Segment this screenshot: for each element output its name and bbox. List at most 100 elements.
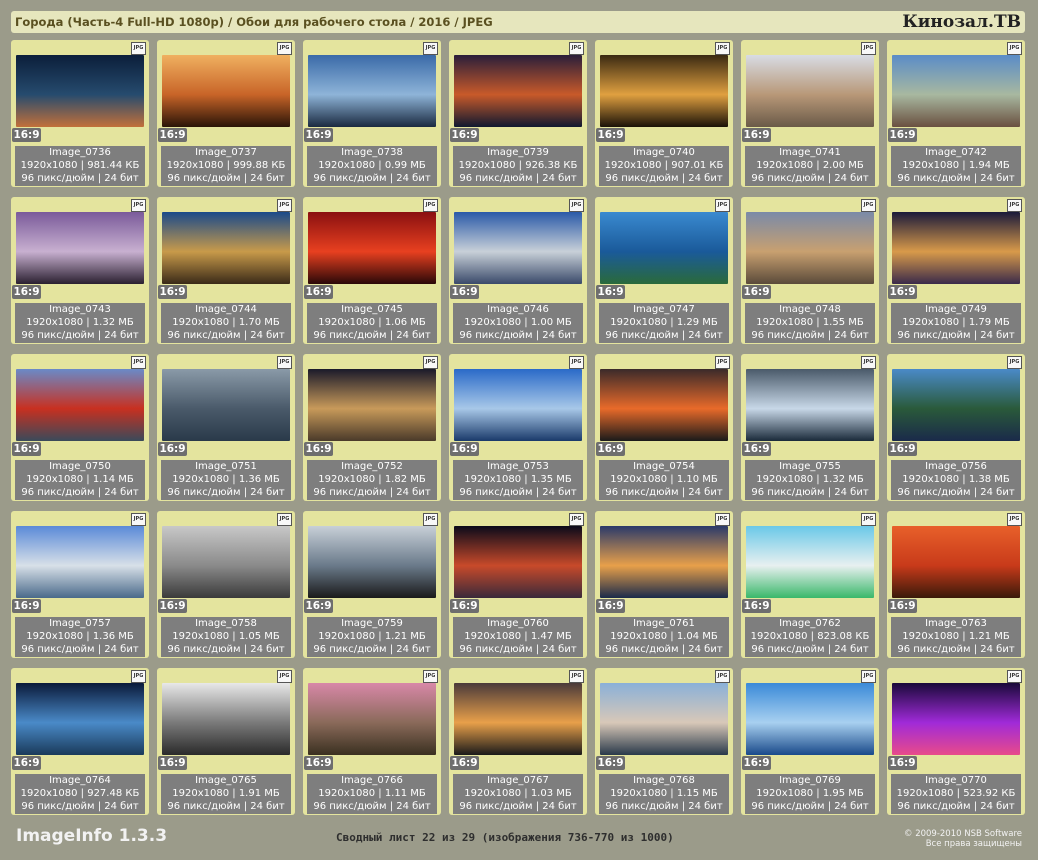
thumbnail-card[interactable]: JPG 16:9 Image_0748 1920x1080 | 1.55 МБ 96 п… <box>741 197 879 344</box>
thumbnail-card[interactable]: JPG 16:9 Image_0770 1920x1080 | 523.92 КБ 96… <box>887 668 1025 815</box>
thumbnail-image[interactable] <box>16 212 144 284</box>
thumbnail-card[interactable]: JPG 16:9 Image_0765 1920x1080 | 1.91 МБ 96 п… <box>157 668 295 815</box>
separator: | <box>667 631 677 642</box>
thumbnail-card[interactable]: JPG 16:9 Image_0743 1920x1080 | 1.32 МБ 96 п… <box>11 197 149 344</box>
image-resolution: 1920x1080 <box>318 474 376 485</box>
thumbnail-image[interactable] <box>16 369 144 441</box>
aspect-ratio-badge: 16:9 <box>888 442 917 456</box>
aspect-ratio-badge: 16:9 <box>742 756 771 770</box>
thumbnail-image[interactable] <box>16 55 144 127</box>
thumbnail-card[interactable]: JPG 16:9 Image_0745 1920x1080 | 1.06 МБ 96 п… <box>303 197 441 344</box>
aspect-ratio-badge: 16:9 <box>596 128 625 142</box>
thumbnail-card[interactable]: JPG 16:9 Image_0749 1920x1080 | 1.79 МБ 96 п… <box>887 197 1025 344</box>
thumbnail-card[interactable]: JPG 16:9 Image_0756 1920x1080 | 1.38 МБ 96 п… <box>887 354 1025 501</box>
thumbnail-image[interactable] <box>16 526 144 598</box>
thumbnail-card[interactable]: JPG 16:9 Image_0755 1920x1080 | 1.32 МБ 96 п… <box>741 354 879 501</box>
thumbnail-card[interactable]: JPG 16:9 Image_0738 1920x1080 | 0.99 МБ 96 п… <box>303 40 441 187</box>
thumbnail-card[interactable]: JPG 16:9 Image_0751 1920x1080 | 1.36 МБ 96 п… <box>157 354 295 501</box>
jpg-badge-icon: JPG <box>569 670 584 683</box>
thumbnail-card[interactable]: JPG 16:9 Image_0767 1920x1080 | 1.03 МБ 96 п… <box>449 668 587 815</box>
thumbnail-image[interactable] <box>162 55 290 127</box>
image-resolution: 1920x1080 <box>464 788 522 799</box>
thumbnail-image[interactable] <box>162 369 290 441</box>
thumbnail-image[interactable] <box>308 55 436 127</box>
thumbnail-image[interactable] <box>308 683 436 755</box>
thumbnail-card[interactable]: JPG 16:9 Image_0764 1920x1080 | 927.48 КБ 96… <box>11 668 149 815</box>
thumbnail-card[interactable]: JPG 16:9 Image_0752 1920x1080 | 1.82 МБ 96 п… <box>303 354 441 501</box>
thumbnail-image[interactable] <box>308 212 436 284</box>
aspect-ratio-badge: 16:9 <box>888 285 917 299</box>
thumbnail-image[interactable] <box>746 369 874 441</box>
image-dimensions: 1920x1080 | 1.21 МБ <box>891 630 1021 643</box>
thumbnail-card[interactable]: JPG 16:9 Image_0753 1920x1080 | 1.35 МБ 96 п… <box>449 354 587 501</box>
thumbnail-card[interactable]: JPG 16:9 Image_0769 1920x1080 | 1.95 МБ 96 п… <box>741 668 879 815</box>
thumbnail-image[interactable] <box>600 526 728 598</box>
thumbnail-image[interactable] <box>600 55 728 127</box>
image-dimensions: 1920x1080 | 1.06 МБ <box>307 316 437 329</box>
image-size: 1.32 МБ <box>92 317 134 328</box>
thumbnail-image[interactable] <box>454 55 582 127</box>
thumbnail-image[interactable] <box>162 212 290 284</box>
thumbnail-card[interactable]: JPG 16:9 Image_0768 1920x1080 | 1.15 МБ 96 п… <box>595 668 733 815</box>
thumbnail-image[interactable] <box>892 526 1020 598</box>
image-dpi: 96 пикс/дюйм | 24 бит <box>167 801 285 812</box>
thumbnail-image[interactable] <box>746 55 874 127</box>
image-info: Image_0759 1920x1080 | 1.21 МБ 96 пикс/дюй… <box>307 617 437 657</box>
image-dpi: 96 пикс/дюйм | 24 бит <box>313 330 431 341</box>
aspect-ratio-badge: 16:9 <box>596 285 625 299</box>
thumbnail-card[interactable]: JPG 16:9 Image_0747 1920x1080 | 1.29 МБ 96 п… <box>595 197 733 344</box>
thumbnail-card[interactable]: JPG 16:9 Image_0746 1920x1080 | 1.00 МБ 96 п… <box>449 197 587 344</box>
image-dpi: 96 пикс/дюйм | 24 бит <box>605 173 723 184</box>
thumbnail-card[interactable]: JPG 16:9 Image_0766 1920x1080 | 1.11 МБ 96 п… <box>303 668 441 815</box>
thumbnail-card[interactable]: JPG 16:9 Image_0736 1920x1080 | 981.44 КБ 96… <box>11 40 149 187</box>
aspect-ratio-badge: 16:9 <box>158 599 187 613</box>
thumbnail-card[interactable]: JPG 16:9 Image_0741 1920x1080 | 2.00 МБ 96 п… <box>741 40 879 187</box>
image-resolution: 1920x1080 <box>318 788 376 799</box>
thumbnail-image[interactable] <box>600 212 728 284</box>
image-size: 1.94 МБ <box>968 160 1010 171</box>
thumbnail-image[interactable] <box>454 526 582 598</box>
thumbnail-card[interactable]: JPG 16:9 Image_0757 1920x1080 | 1.36 МБ 96 п… <box>11 511 149 658</box>
thumbnail-image[interactable] <box>162 683 290 755</box>
thumbnail-image[interactable] <box>308 369 436 441</box>
thumbnail-image[interactable] <box>308 526 436 598</box>
thumbnail-image[interactable] <box>16 683 144 755</box>
thumbnail-image[interactable] <box>892 369 1020 441</box>
image-name: Image_0743 <box>49 304 111 315</box>
image-name: Image_0764 <box>49 775 111 786</box>
thumbnail-image[interactable] <box>892 55 1020 127</box>
thumbnail-card[interactable]: JPG 16:9 Image_0761 1920x1080 | 1.04 МБ 96 п… <box>595 511 733 658</box>
thumbnail-card[interactable]: JPG 16:9 Image_0739 1920x1080 | 926.38 КБ 96… <box>449 40 587 187</box>
thumbnail-image[interactable] <box>746 212 874 284</box>
thumbnail-card[interactable]: JPG 16:9 Image_0758 1920x1080 | 1.05 МБ 96 п… <box>157 511 295 658</box>
jpg-badge-icon: JPG <box>423 42 438 55</box>
thumbnail-image[interactable] <box>746 526 874 598</box>
thumbnail-card[interactable]: JPG 16:9 Image_0759 1920x1080 | 1.21 МБ 96 п… <box>303 511 441 658</box>
thumbnail-card[interactable]: JPG 16:9 Image_0754 1920x1080 | 1.10 МБ 96 п… <box>595 354 733 501</box>
thumbnail-image[interactable] <box>454 369 582 441</box>
thumbnail-image[interactable] <box>162 526 290 598</box>
thumbnail-card[interactable]: JPG 16:9 Image_0750 1920x1080 | 1.14 МБ 96 п… <box>11 354 149 501</box>
thumbnail-image[interactable] <box>454 683 582 755</box>
jpg-badge-icon: JPG <box>1007 670 1022 683</box>
thumbnail-card[interactable]: JPG 16:9 Image_0744 1920x1080 | 1.70 МБ 96 п… <box>157 197 295 344</box>
thumbnail-card[interactable]: JPG 16:9 Image_0740 1920x1080 | 907.01 КБ 96… <box>595 40 733 187</box>
thumbnail-card[interactable]: JPG 16:9 Image_0737 1920x1080 | 999.88 КБ 96… <box>157 40 295 187</box>
thumbnail-card[interactable]: JPG 16:9 Image_0762 1920x1080 | 823.08 КБ 96… <box>741 511 879 658</box>
aspect-ratio-badge: 16:9 <box>304 128 333 142</box>
thumbnail-image[interactable] <box>892 212 1020 284</box>
image-dpi: 96 пикс/дюйм | 24 бит <box>897 330 1015 341</box>
thumbnail-image[interactable] <box>892 683 1020 755</box>
thumbnail-image[interactable] <box>746 683 874 755</box>
thumbnail-card[interactable]: JPG 16:9 Image_0742 1920x1080 | 1.94 МБ 96 п… <box>887 40 1025 187</box>
image-dimensions: 1920x1080 | 0.99 МБ <box>307 159 437 172</box>
separator: | <box>959 474 969 485</box>
thumbnail-image[interactable] <box>454 212 582 284</box>
image-info: Image_0755 1920x1080 | 1.32 МБ 96 пикс/дюй… <box>745 460 875 500</box>
image-size: 981.44 КБ <box>87 160 140 171</box>
thumbnail-card[interactable]: JPG 16:9 Image_0760 1920x1080 | 1.47 МБ 96 п… <box>449 511 587 658</box>
thumbnail-card[interactable]: JPG 16:9 Image_0763 1920x1080 | 1.21 МБ 96 п… <box>887 511 1025 658</box>
image-info: Image_0742 1920x1080 | 1.94 МБ 96 пикс/дюй… <box>891 146 1021 186</box>
thumbnail-image[interactable] <box>600 683 728 755</box>
thumbnail-image[interactable] <box>600 369 728 441</box>
